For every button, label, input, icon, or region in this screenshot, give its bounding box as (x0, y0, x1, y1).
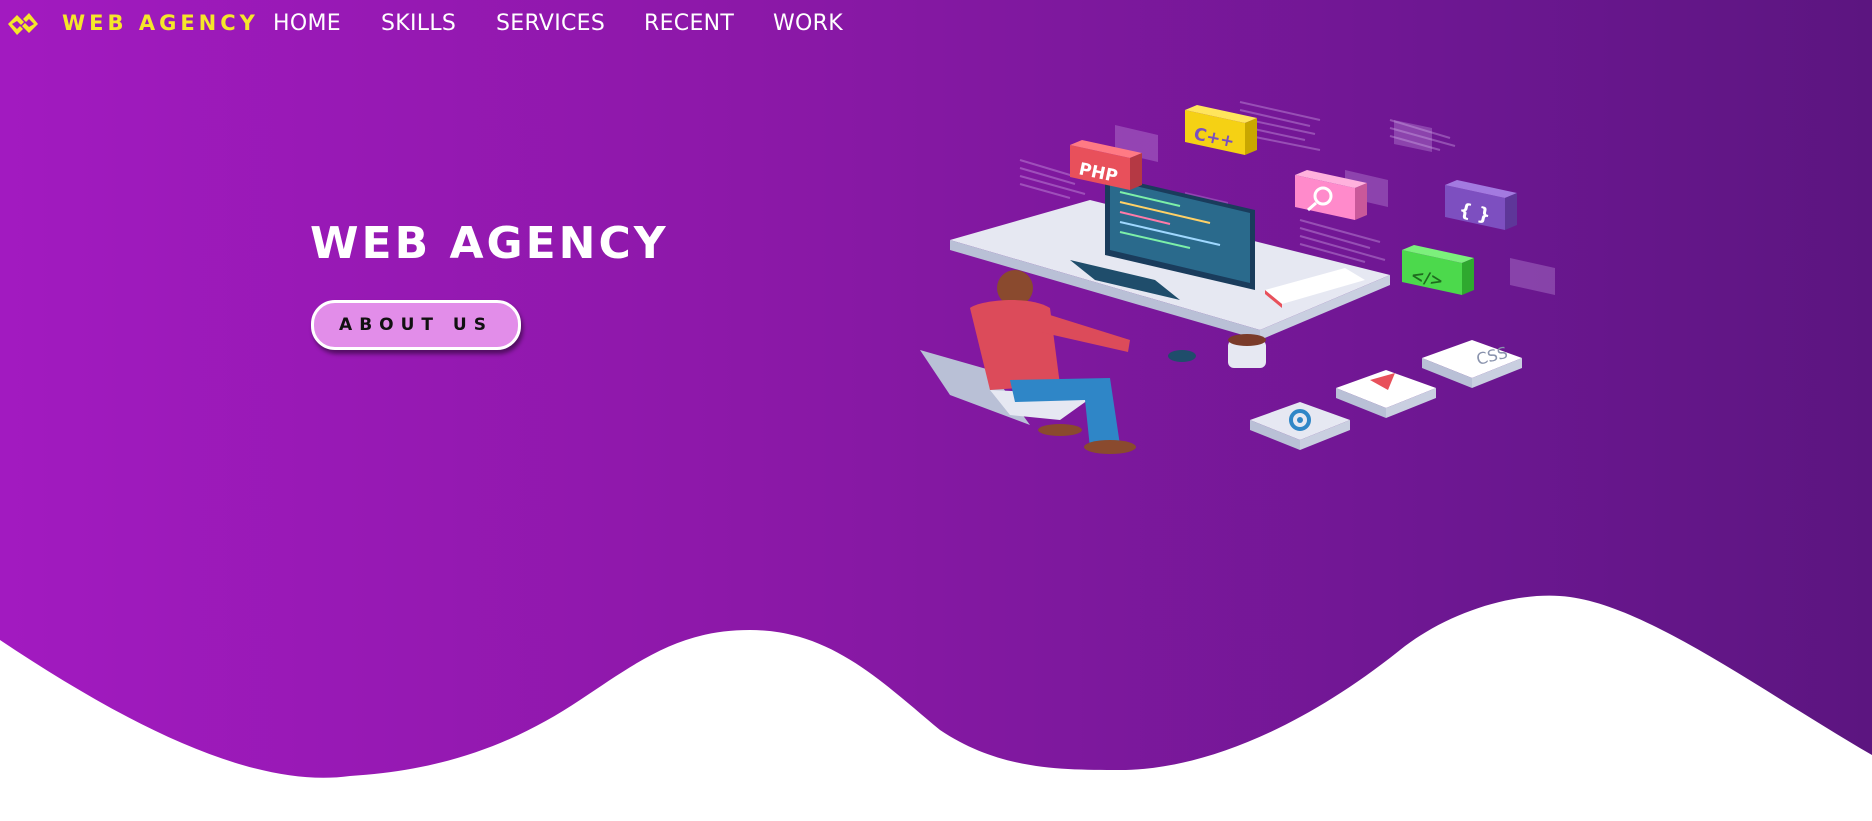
tile-braces: { } (1445, 180, 1517, 230)
nav-services[interactable]: SERVICES (496, 11, 605, 36)
nav-skills[interactable]: SKILLS (381, 11, 456, 36)
nav-home[interactable]: HOME (273, 11, 341, 36)
developer-illustration: PHP C++ { } </> CSS (920, 101, 1555, 454)
top-navigation: WEB AGENCY HOME SKILLS SERVICES RECENT W… (0, 0, 1872, 48)
hero-title: WEB AGENCY (310, 218, 669, 269)
nav-work[interactable]: WORK (773, 11, 843, 36)
nav-recent[interactable]: RECENT (644, 11, 734, 36)
tile-code: </> (1402, 245, 1474, 295)
tile-cpp: C++ (1185, 105, 1257, 155)
brand-name[interactable]: WEB AGENCY (62, 11, 259, 35)
about-us-button[interactable]: ABOUT US (311, 300, 521, 350)
logo-icon[interactable] (4, 9, 42, 39)
